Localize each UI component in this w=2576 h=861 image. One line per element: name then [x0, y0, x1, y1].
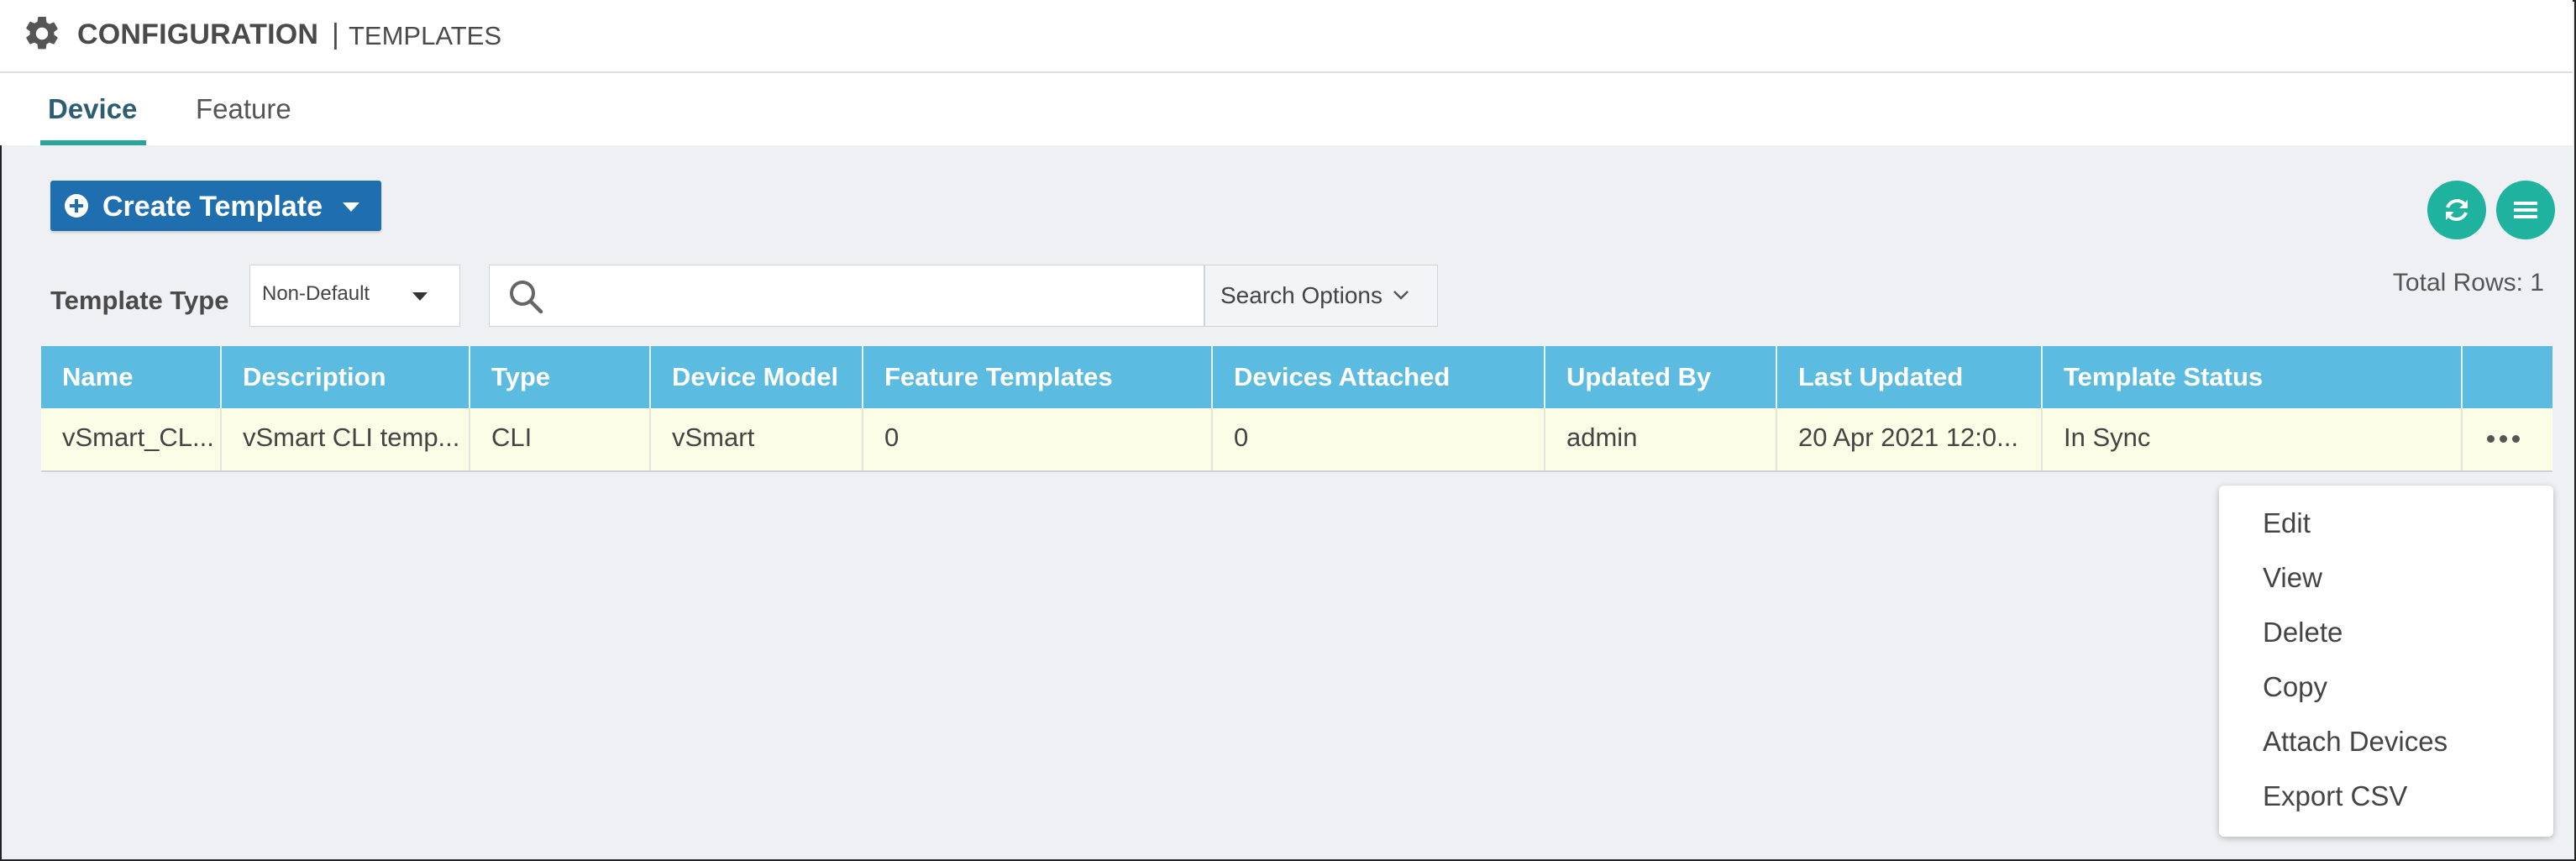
refresh-icon	[2446, 199, 2468, 221]
table-header: Name Description Type Device Model Featu…	[41, 346, 2552, 408]
cell-template-status: In Sync	[2043, 408, 2463, 470]
table-row[interactable]: vSmart_CL... vSmart CLI temp... CLI vSma…	[41, 408, 2552, 472]
column-header-device-model[interactable]: Device Model	[651, 346, 863, 408]
column-header-template-status[interactable]: Template Status	[2043, 346, 2463, 408]
template-type-label: Template Type	[50, 286, 229, 315]
caret-down-icon	[412, 292, 428, 301]
cell-feature-templates: 0	[863, 408, 1213, 470]
tab-device[interactable]: Device	[48, 93, 137, 125]
menu-item-export-csv[interactable]: Export CSV	[2263, 780, 2407, 812]
refresh-button[interactable]	[2427, 181, 2486, 239]
total-rows-count: Total Rows: 1	[2392, 269, 2544, 297]
plus-circle-icon	[65, 194, 88, 218]
tab-bar: Device Feature	[0, 73, 2573, 145]
cell-updated-by: admin	[1545, 408, 1777, 470]
create-template-label: Create Template	[102, 191, 323, 223]
page-title: CONFIGURATION	[77, 18, 319, 50]
row-actions-menu: Edit View Delete Copy Attach Devices Exp…	[2219, 486, 2553, 837]
cell-description: vSmart CLI temp...	[222, 408, 470, 470]
template-type-value: Non-Default	[262, 282, 370, 305]
menu-item-view[interactable]: View	[2263, 562, 2322, 594]
cell-last-updated: 20 Apr 2021 12:0...	[1777, 408, 2043, 470]
cell-type: CLI	[470, 408, 651, 470]
caret-down-icon	[343, 202, 359, 212]
menu-item-delete[interactable]: Delete	[2263, 617, 2343, 648]
search-box	[489, 265, 1204, 327]
menu-item-attach-devices[interactable]: Attach Devices	[2263, 726, 2447, 758]
cell-devices-attached: 0	[1213, 408, 1545, 470]
menu-item-edit[interactable]: Edit	[2263, 507, 2311, 539]
tab-feature[interactable]: Feature	[196, 93, 291, 125]
column-header-description[interactable]: Description	[222, 346, 470, 408]
page-subtitle: TEMPLATES	[349, 21, 502, 50]
search-options-label: Search Options	[1220, 282, 1382, 308]
menu-icon	[2514, 202, 2537, 218]
column-header-name[interactable]: Name	[41, 346, 222, 408]
table-menu-button[interactable]	[2496, 181, 2555, 239]
more-horizontal-icon[interactable]	[2485, 425, 2522, 450]
chevron-down-icon	[1393, 291, 1409, 300]
search-options-button[interactable]: Search Options	[1204, 265, 1438, 327]
create-template-button[interactable]: Create Template	[50, 181, 381, 231]
gear-icon	[26, 16, 58, 50]
column-header-last-updated[interactable]: Last Updated	[1777, 346, 2043, 408]
column-header-updated-by[interactable]: Updated By	[1545, 346, 1777, 408]
search-input[interactable]	[557, 272, 1182, 321]
template-type-select[interactable]: Non-Default	[249, 265, 460, 327]
page-header: CONFIGURATION | TEMPLATES	[0, 0, 2573, 73]
active-tab-indicator	[40, 140, 146, 145]
search-icon	[510, 281, 543, 314]
column-header-type[interactable]: Type	[470, 346, 651, 408]
cell-name: vSmart_CL...	[41, 408, 222, 470]
column-header-devices-attached[interactable]: Devices Attached	[1213, 346, 1545, 408]
cell-device-model: vSmart	[651, 408, 863, 470]
title-separator: |	[332, 18, 339, 50]
column-header-actions	[2463, 346, 2552, 408]
column-header-feature-templates[interactable]: Feature Templates	[863, 346, 1213, 408]
menu-item-copy[interactable]: Copy	[2263, 671, 2327, 703]
